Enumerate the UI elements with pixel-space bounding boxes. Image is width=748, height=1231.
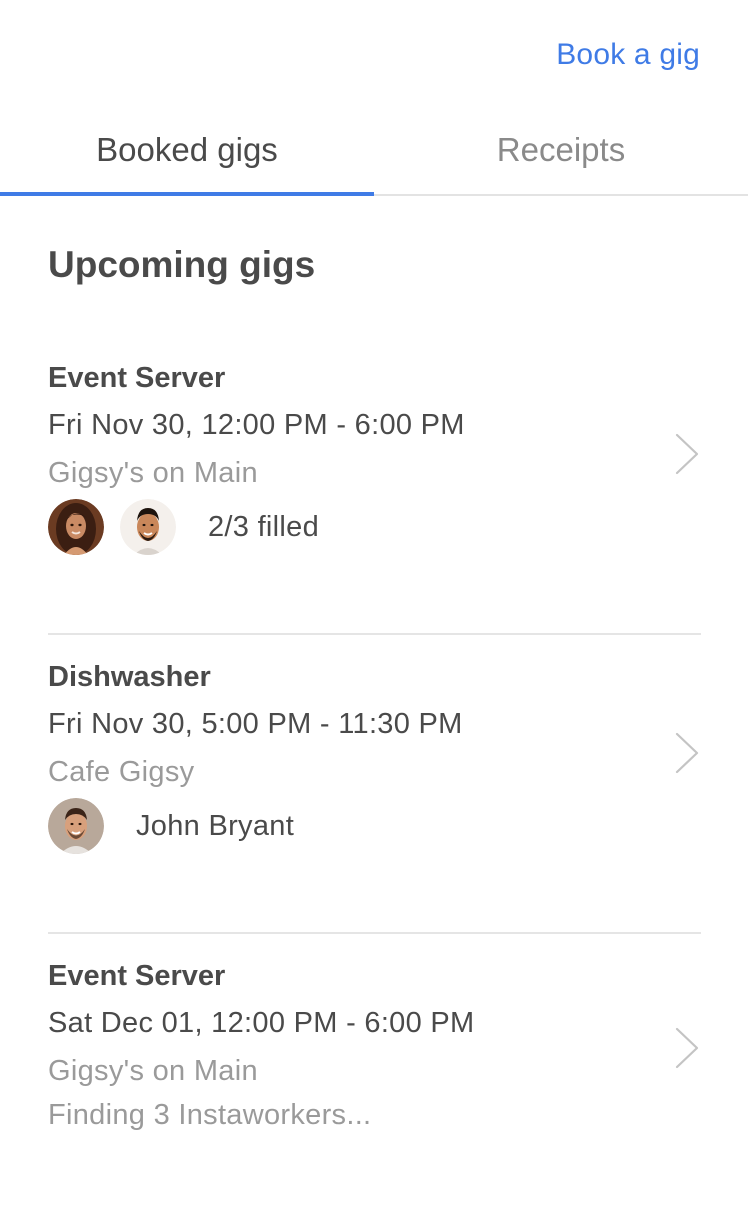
gig-role: Event Server bbox=[48, 362, 226, 394]
gig-item[interactable]: Event Server Sat Dec 01, 12:00 PM - 6:00… bbox=[48, 934, 701, 1231]
gig-fill-status: Finding 3 Instaworkers... bbox=[48, 1099, 372, 1131]
worker-row: 2/3 filled bbox=[48, 498, 319, 556]
chevron-right-icon bbox=[675, 732, 699, 774]
gig-list: Event Server Fri Nov 30, 12:00 PM - 6:00… bbox=[48, 336, 701, 1231]
man-avatar bbox=[48, 798, 104, 854]
tab-bar: Booked gigs Receipts bbox=[0, 110, 748, 196]
chevron-right-icon bbox=[675, 433, 699, 475]
gig-time: Fri Nov 30, 12:00 PM - 6:00 PM bbox=[48, 409, 465, 441]
worker-row: John Bryant bbox=[48, 797, 294, 855]
worker-name: John Bryant bbox=[136, 809, 295, 842]
woman-avatar bbox=[48, 499, 104, 555]
gig-time: Sat Dec 01, 12:00 PM - 6:00 PM bbox=[48, 1007, 475, 1039]
book-a-gig-link[interactable]: Book a gig bbox=[556, 38, 700, 72]
section-title: Upcoming gigs bbox=[48, 244, 316, 285]
gig-role: Dishwasher bbox=[48, 661, 211, 693]
gig-item[interactable]: Event Server Fri Nov 30, 12:00 PM - 6:00… bbox=[48, 336, 701, 635]
gig-item[interactable]: Dishwasher Fri Nov 30, 5:00 PM - 11:30 P… bbox=[48, 635, 701, 934]
gig-fill-status: 2/3 filled bbox=[208, 510, 320, 543]
man-avatar bbox=[120, 499, 176, 555]
gig-venue: Gigsy's on Main bbox=[48, 1055, 258, 1087]
top-bar: Book a gig bbox=[0, 0, 748, 110]
tab-receipts[interactable]: Receipts bbox=[374, 110, 748, 194]
gig-role: Event Server bbox=[48, 960, 226, 992]
tab-booked-gigs[interactable]: Booked gigs bbox=[0, 110, 374, 196]
gig-venue: Cafe Gigsy bbox=[48, 756, 195, 788]
gig-time: Fri Nov 30, 5:00 PM - 11:30 PM bbox=[48, 708, 463, 740]
gig-venue: Gigsy's on Main bbox=[48, 457, 258, 489]
chevron-right-icon bbox=[675, 1027, 699, 1069]
